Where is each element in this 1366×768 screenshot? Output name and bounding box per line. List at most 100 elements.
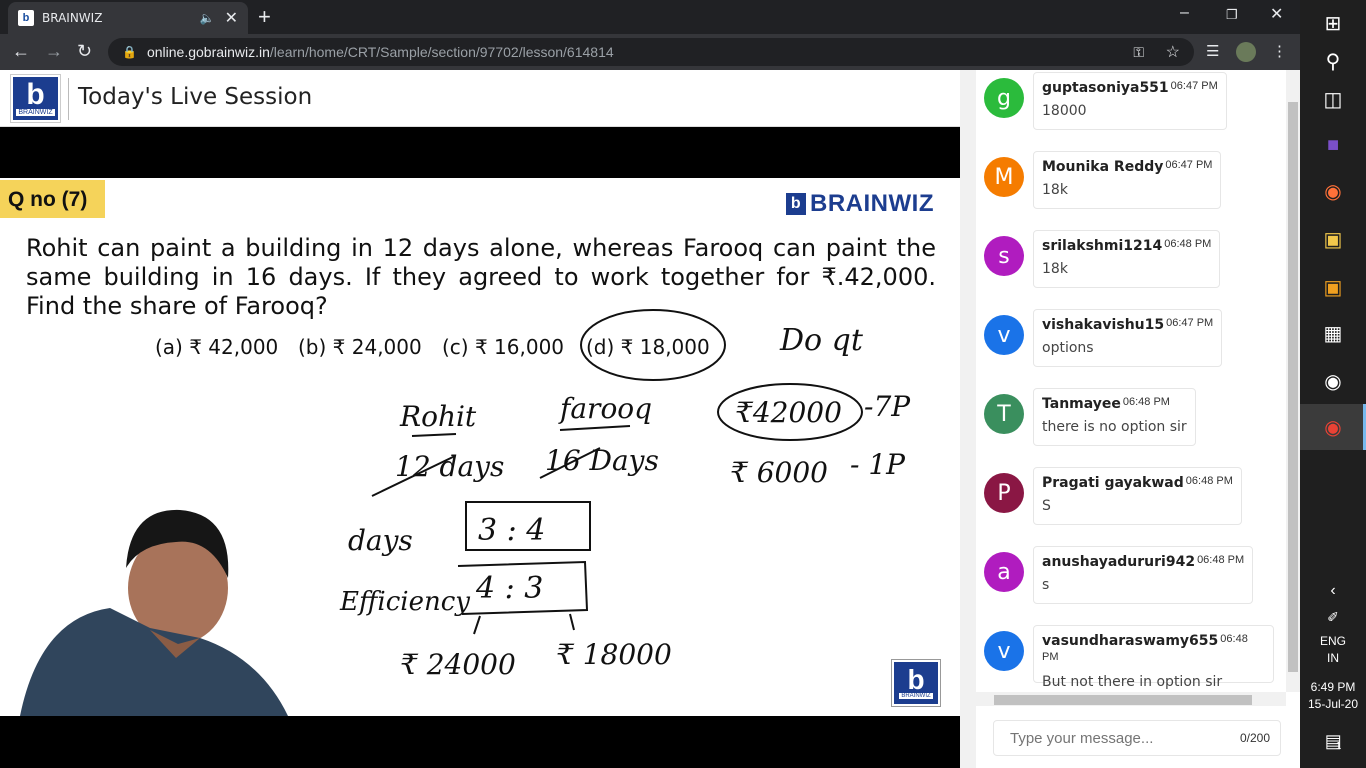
- panel-scrollbar[interactable]: [960, 70, 976, 768]
- ink-days-ratio: 3 : 4: [478, 513, 545, 548]
- ink-rohit-days: 12 days: [395, 450, 504, 483]
- chat-message: g guptasoniya551 06:47 PM 18000: [984, 72, 1274, 140]
- scrollbar-thumb[interactable]: [994, 695, 1252, 705]
- message-time: 06:47 PM: [1170, 80, 1218, 92]
- ink-days-label: days: [348, 524, 413, 557]
- message-bubble: Tanmayee 06:48 PM there is no option sir: [1033, 388, 1196, 446]
- browser-toolbar: ← → ↻ 🔒 online.gobrainwiz.in /learn/home…: [0, 34, 1300, 70]
- header-divider: [68, 78, 69, 120]
- tab-strip: b BRAINWIZ 🔈 ✕ + – ❐ ✕: [0, 0, 1300, 34]
- bookmark-star-icon[interactable]: ☆: [1166, 42, 1180, 62]
- key-icon[interactable]: ⚿: [1133, 44, 1144, 61]
- ink-farooq-days: 16 Days: [545, 444, 659, 477]
- sender-name: vishakavishu15: [1042, 317, 1165, 333]
- screen-recorder-icon[interactable]: ◉: [1300, 358, 1366, 404]
- forward-icon[interactable]: →: [45, 41, 63, 62]
- user-avatar: a: [984, 552, 1024, 592]
- chat-input-box[interactable]: 0/200: [993, 720, 1281, 756]
- onenote-icon[interactable]: ■: [1300, 122, 1366, 168]
- sublime-text-icon[interactable]: ▣: [1300, 264, 1366, 310]
- tab-title: BRAINWIZ: [42, 11, 103, 25]
- ink-per-part-label: - 1P: [850, 448, 906, 481]
- user-avatar: g: [984, 78, 1024, 118]
- language-label[interactable]: ENG: [1300, 634, 1366, 648]
- chat-message: M Mounika Reddy 06:47 PM 18k: [984, 151, 1274, 219]
- sender-name: anushayadururi942: [1042, 554, 1196, 570]
- presenter-video: [0, 508, 290, 716]
- message-bubble: Mounika Reddy 06:47 PM 18k: [1033, 151, 1222, 209]
- message-time: 06:47 PM: [1166, 317, 1214, 329]
- ink-do-qt: Do qt: [779, 323, 864, 358]
- ink-total-parts: -7P: [864, 390, 911, 423]
- lock-icon[interactable]: 🔒: [122, 45, 137, 59]
- url-path: /learn/home/CRT/Sample/section/97702/les…: [269, 44, 614, 60]
- logo-wordmark: BRAINWIZ: [16, 109, 55, 116]
- clock-date[interactable]: 15-Jul-20: [1300, 697, 1366, 711]
- message-text: 18k: [1042, 182, 1068, 198]
- ink-efficiency-ratio: 4 : 3: [475, 571, 543, 606]
- browser-tab[interactable]: b BRAINWIZ 🔈 ✕: [8, 2, 248, 34]
- minimize-button[interactable]: –: [1180, 4, 1189, 22]
- scrollbar-thumb[interactable]: [1288, 102, 1298, 672]
- message-bubble: Pragati gayakwad 06:48 PM S: [1033, 467, 1242, 525]
- notifications-icon[interactable]: ▤ 1: [1300, 718, 1366, 764]
- file-explorer-icon[interactable]: ▣: [1300, 216, 1366, 262]
- ink-share-rohit: ₹ 24000: [400, 648, 516, 681]
- user-avatar: T: [984, 394, 1024, 434]
- chat-message: P Pragati gayakwad 06:48 PM S: [984, 467, 1274, 535]
- notification-count: 1: [1335, 740, 1342, 752]
- menu-icon[interactable]: ⋮: [1272, 42, 1287, 60]
- sender-name: Pragati gayakwad: [1042, 475, 1184, 491]
- ink-efficiency-label: Efficiency: [339, 587, 470, 617]
- watermark-wordmark: BRAINWIZ: [899, 693, 933, 699]
- message-time: 06:48 PM: [1197, 554, 1245, 566]
- firefox-icon[interactable]: ◉: [1300, 168, 1366, 214]
- profile-avatar[interactable]: [1236, 42, 1256, 62]
- logo-b-icon: b: [26, 78, 45, 111]
- browser-window: b BRAINWIZ 🔈 ✕ + – ❐ ✕ ← → ↻ 🔒 online.go…: [0, 0, 1300, 768]
- clock-time[interactable]: 6:49 PM: [1300, 680, 1366, 694]
- message-bubble: vasundharaswamy655 06:48 PM But not there …: [1033, 625, 1274, 690]
- page-title: Today's Live Session: [78, 84, 313, 110]
- message-time: 06:48 PM: [1185, 475, 1233, 487]
- back-icon[interactable]: ←: [12, 41, 30, 62]
- new-tab-button[interactable]: +: [258, 4, 271, 30]
- message-bubble: guptasoniya551 06:47 PM 18000: [1033, 72, 1227, 130]
- user-avatar: v: [984, 315, 1024, 355]
- close-window-button[interactable]: ✕: [1270, 4, 1283, 24]
- speaker-icon[interactable]: 🔈: [200, 11, 215, 25]
- chat-message-list[interactable]: g guptasoniya551 06:47 PM 18000 M Mounika Red…: [976, 70, 1286, 692]
- sender-name: guptasoniya551: [1042, 80, 1169, 96]
- chat-message-input[interactable]: [1010, 729, 1240, 747]
- user-avatar: s: [984, 236, 1024, 276]
- calculator-icon[interactable]: ▦: [1300, 310, 1366, 356]
- url-host: online.gobrainwiz.in: [146, 44, 270, 60]
- address-bar[interactable]: 🔒 online.gobrainwiz.in /learn/home/CRT/S…: [108, 38, 1194, 66]
- sender-name: vasundharaswamy655: [1042, 633, 1219, 649]
- ink-rohit: Rohit: [399, 400, 477, 433]
- media-control-icon[interactable]: ☰: [1206, 42, 1219, 60]
- chat-message: v vasundharaswamy655 06:48 PM But not there…: [984, 625, 1274, 692]
- message-time: 06:47 PM: [1165, 159, 1213, 171]
- answer-circle: [580, 309, 726, 381]
- reload-icon[interactable]: ↻: [77, 41, 92, 62]
- sender-name: srilakshmi1214: [1042, 238, 1163, 254]
- sender-name: Mounika Reddy: [1042, 159, 1164, 175]
- message-bubble: vishakavishu15 06:47 PM options: [1033, 309, 1223, 367]
- chat-message: T Tanmayee 06:48 PM there is no option sir: [984, 388, 1274, 456]
- user-avatar: P: [984, 473, 1024, 513]
- message-text: But not there in option sir: [1042, 674, 1223, 690]
- maximize-button[interactable]: ❐: [1226, 7, 1238, 23]
- region-label[interactable]: IN: [1300, 651, 1366, 665]
- message-bubble: srilakshmi1214 06:48 PM 18k: [1033, 230, 1221, 288]
- chrome-icon[interactable]: ◉: [1300, 404, 1366, 450]
- chat-message: s srilakshmi1214 06:48 PM 18k: [984, 230, 1274, 298]
- task-view-icon[interactable]: ◫: [1300, 76, 1366, 122]
- ink-per-part: ₹ 6000: [730, 456, 828, 489]
- ink-share-farooq: ₹ 18000: [556, 638, 672, 671]
- user-avatar: M: [984, 157, 1024, 197]
- chat-horizontal-scrollbar[interactable]: [976, 692, 1286, 706]
- close-tab-icon[interactable]: ✕: [225, 8, 238, 28]
- brainwiz-logo[interactable]: b BRAINWIZ: [10, 74, 61, 123]
- chat-vertical-scrollbar[interactable]: [1286, 70, 1300, 692]
